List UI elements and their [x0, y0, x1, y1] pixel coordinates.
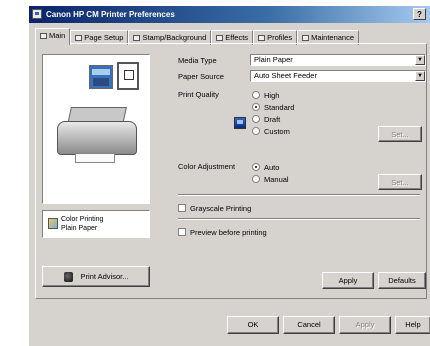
tab-main[interactable]: Main: [35, 28, 71, 45]
tab-profiles-label: Profiles: [267, 33, 293, 42]
quality-draft-label: Draft: [264, 115, 281, 124]
main-tab-panel: Color Printing Plain Paper Print Advisor…: [35, 43, 427, 299]
quality-standard-label: Standard: [264, 103, 295, 112]
quality-draft-radio[interactable]: [252, 115, 260, 123]
stamp-tab-icon: [133, 35, 141, 42]
profiles-tab-icon: [258, 35, 266, 42]
cancel-button[interactable]: Cancel: [283, 316, 335, 334]
printer-preferences-window: Canon HP CM Printer Preferences ? Main Pa…: [28, 6, 430, 346]
preview-before-printing-checkbox[interactable]: [178, 228, 186, 236]
quality-high-label: High: [264, 91, 280, 100]
advisor-icon: [63, 272, 73, 283]
apply-inner-button[interactable]: Apply: [322, 272, 374, 289]
media-summary-box: Color Printing Plain Paper: [42, 210, 150, 238]
quality-high-radio[interactable]: [252, 91, 260, 99]
media-icon: [48, 218, 58, 229]
media-type-label: Media Type: [178, 56, 217, 65]
media-summary-line2: Plain Paper: [61, 225, 98, 232]
color-adjustment-label: Color Adjustment: [178, 162, 236, 171]
media-summary-line1: Color Printing: [61, 216, 104, 223]
color-set-button[interactable]: Set...: [378, 174, 422, 190]
color-manual-radio[interactable]: [252, 175, 260, 183]
print-advisor-label: Print Advisor...: [80, 272, 129, 281]
print-advisor-button[interactable]: Print Advisor...: [42, 266, 150, 287]
title-bar: Canon HP CM Printer Preferences ?: [29, 6, 430, 23]
chevron-down-icon[interactable]: ▼: [415, 55, 425, 65]
quality-set-button[interactable]: Set...: [378, 126, 422, 142]
preview-before-printing-label: Preview before printing: [190, 228, 267, 237]
paper-source-label: Paper Source: [178, 72, 224, 81]
ok-button[interactable]: OK: [227, 316, 279, 334]
help-button[interactable]: Help: [395, 316, 430, 334]
color-manual-label: Manual: [264, 175, 289, 184]
printer-preview: [42, 54, 150, 204]
tab-main-label: Main: [49, 31, 66, 40]
tab-bar: Main Page Setup Stamp/Background Effects Pro…: [35, 28, 360, 45]
tab-effects-label: Effects: [225, 33, 249, 42]
apply-button[interactable]: Apply: [339, 316, 391, 334]
quality-custom-label: Custom: [264, 127, 290, 136]
page-sheet-icon: [117, 62, 139, 90]
page-setup-tab-icon: [75, 35, 83, 42]
tab-maintenance-label: Maintenance: [311, 33, 355, 42]
color-auto-radio[interactable]: [252, 163, 260, 171]
help-title-button[interactable]: ?: [413, 8, 426, 20]
window-title: Canon HP CM Printer Preferences: [46, 10, 175, 19]
divider: [178, 194, 420, 196]
grayscale-label: Grayscale Printing: [190, 204, 252, 213]
tab-page-setup-label: Page Setup: [84, 33, 124, 42]
effects-tab-icon: [216, 35, 224, 42]
chevron-down-icon[interactable]: ▼: [415, 71, 425, 81]
paper-source-value: Auto Sheet Feeder: [254, 71, 317, 80]
defaults-button[interactable]: Defaults: [378, 272, 426, 289]
grayscale-checkbox[interactable]: [178, 204, 186, 212]
print-quality-label: Print Quality: [178, 90, 219, 99]
media-type-select[interactable]: Plain Paper ▼: [250, 54, 426, 66]
quality-custom-radio[interactable]: [252, 127, 260, 135]
color-auto-label: Auto: [264, 163, 280, 172]
quality-standard-radio[interactable]: [252, 103, 260, 111]
media-type-value: Plain Paper: [254, 55, 293, 64]
photo-sheet-icon: [89, 65, 113, 89]
maintenance-tab-icon: [302, 35, 310, 42]
printer-illustration: [53, 103, 143, 165]
quality-icon: [234, 117, 246, 129]
tab-stamp-label: Stamp/Background: [142, 33, 207, 42]
divider: [178, 218, 420, 220]
paper-source-select[interactable]: Auto Sheet Feeder ▼: [250, 70, 426, 82]
printer-app-icon: [32, 9, 42, 19]
main-tab-icon: [40, 33, 47, 40]
